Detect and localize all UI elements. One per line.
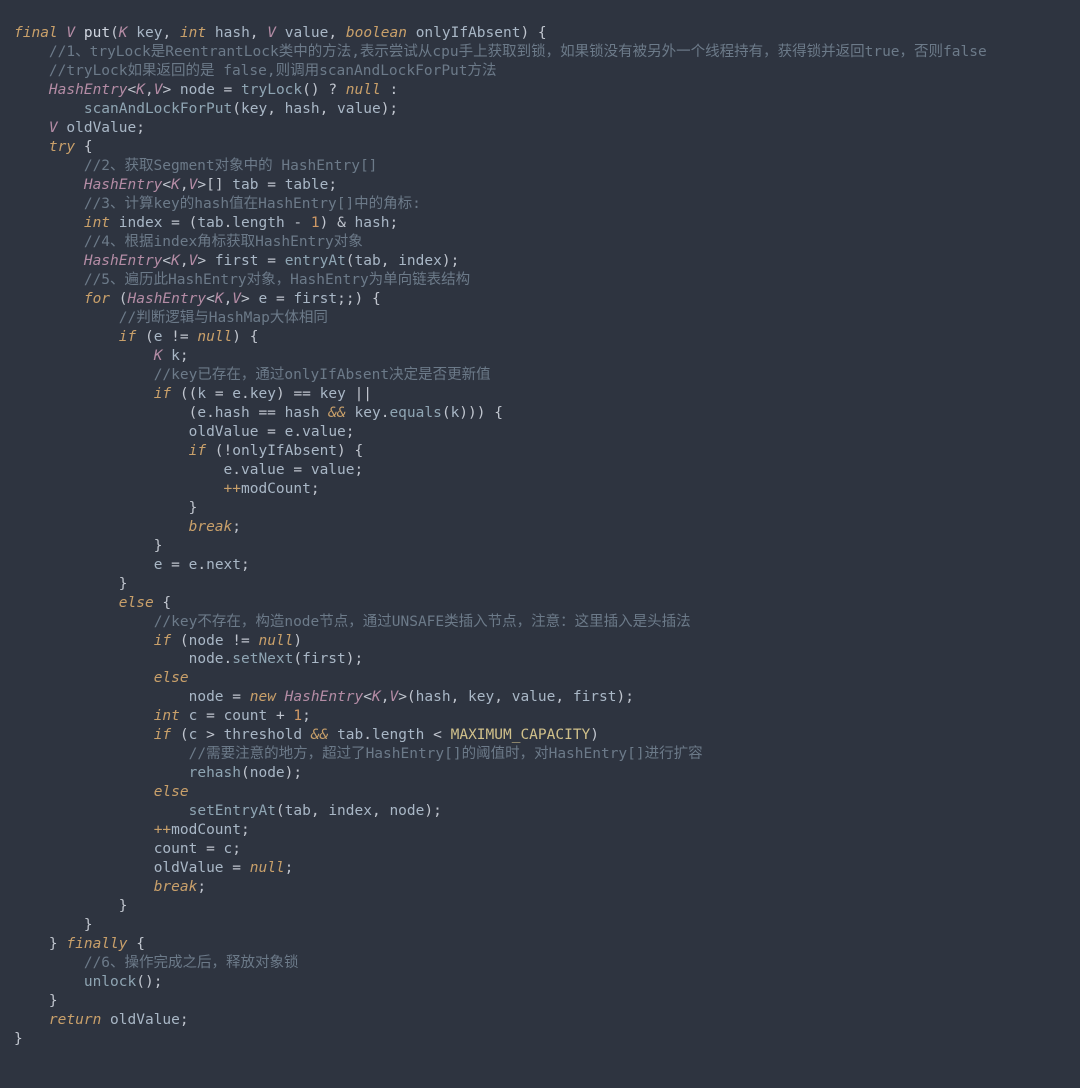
- code-line: node = new HashEntry<K,V>(hash, key, val…: [14, 689, 634, 705]
- code-line: ++modCount;: [14, 822, 250, 838]
- code-line: rehash(node);: [14, 765, 302, 781]
- code-line: }: [14, 993, 58, 1009]
- code-line: }: [14, 1031, 23, 1047]
- code-block: final V put(K key, int hash, V value, bo…: [0, 0, 1080, 1063]
- code-line: break;: [14, 879, 206, 895]
- code-line: //key不存在，构造node节点，通过UNSAFE类插入节点，注意：这里插入是…: [14, 614, 691, 630]
- code-line: //6、操作完成之后，释放对象锁: [14, 955, 299, 971]
- code-line: int c = count + 1;: [14, 708, 311, 724]
- code-line: break;: [14, 519, 241, 535]
- code-line: return oldValue;: [14, 1012, 189, 1028]
- code-line: //1、tryLock是ReentrantLock类中的方法,表示尝试从cpu手…: [14, 44, 987, 60]
- code-line: oldValue = e.value;: [14, 424, 355, 440]
- code-line: HashEntry<K,V> node = tryLock() ? null :: [14, 82, 398, 98]
- code-line: }: [14, 898, 128, 914]
- code-line: K k;: [14, 348, 189, 364]
- code-line: oldValue = null;: [14, 860, 293, 876]
- code-line: (e.hash == hash && key.equals(k))) {: [14, 405, 503, 421]
- code-line: }: [14, 576, 128, 592]
- code-line: //需要注意的地方，超过了HashEntry[]的阈值时，对HashEntry[…: [14, 746, 703, 762]
- code-line: } finally {: [14, 936, 145, 952]
- code-line: count = c;: [14, 841, 241, 857]
- code-line: if (e != null) {: [14, 329, 258, 345]
- code-line: final V put(K key, int hash, V value, bo…: [14, 25, 547, 41]
- code-line: setEntryAt(tab, index, node);: [14, 803, 442, 819]
- code-line: e.value = value;: [14, 462, 363, 478]
- code-line: //4、根据index角标获取HashEntry对象: [14, 234, 363, 250]
- code-line: unlock();: [14, 974, 162, 990]
- code-line: //key已存在，通过onlyIfAbsent决定是否更新值: [14, 367, 491, 383]
- code-line: try {: [14, 139, 93, 155]
- code-line: int index = (tab.length - 1) & hash;: [14, 215, 398, 231]
- code-line: if (c > threshold && tab.length < MAXIMU…: [14, 727, 599, 743]
- code-line: node.setNext(first);: [14, 651, 363, 667]
- code-line: else: [14, 784, 189, 800]
- code-line: ++modCount;: [14, 481, 320, 497]
- code-line: //2、获取Segment对象中的 HashEntry[]: [14, 158, 377, 174]
- code-line: if (node != null): [14, 633, 302, 649]
- code-line: }: [14, 538, 162, 554]
- code-line: //5、遍历此HashEntry对象，HashEntry为单向链表结构: [14, 272, 470, 288]
- code-line: e = e.next;: [14, 557, 250, 573]
- code-line: //3、计算key的hash值在HashEntry[]中的角标:: [14, 196, 421, 212]
- code-line: //tryLock如果返回的是 false,则调用scanAndLockForP…: [14, 63, 497, 79]
- code-line: }: [14, 500, 197, 516]
- code-line: if (!onlyIfAbsent) {: [14, 443, 363, 459]
- code-line: for (HashEntry<K,V> e = first;;) {: [14, 291, 381, 307]
- code-line: else: [14, 670, 189, 686]
- code-line: HashEntry<K,V> first = entryAt(tab, inde…: [14, 253, 459, 269]
- code-line: HashEntry<K,V>[] tab = table;: [14, 177, 337, 193]
- code-line: //判断逻辑与HashMap大体相同: [14, 310, 328, 326]
- code-line: }: [14, 917, 93, 933]
- code-line: else {: [14, 595, 171, 611]
- code-line: V oldValue;: [14, 120, 145, 136]
- code-line: scanAndLockForPut(key, hash, value);: [14, 101, 398, 117]
- code-line: if ((k = e.key) == key ||: [14, 386, 372, 402]
